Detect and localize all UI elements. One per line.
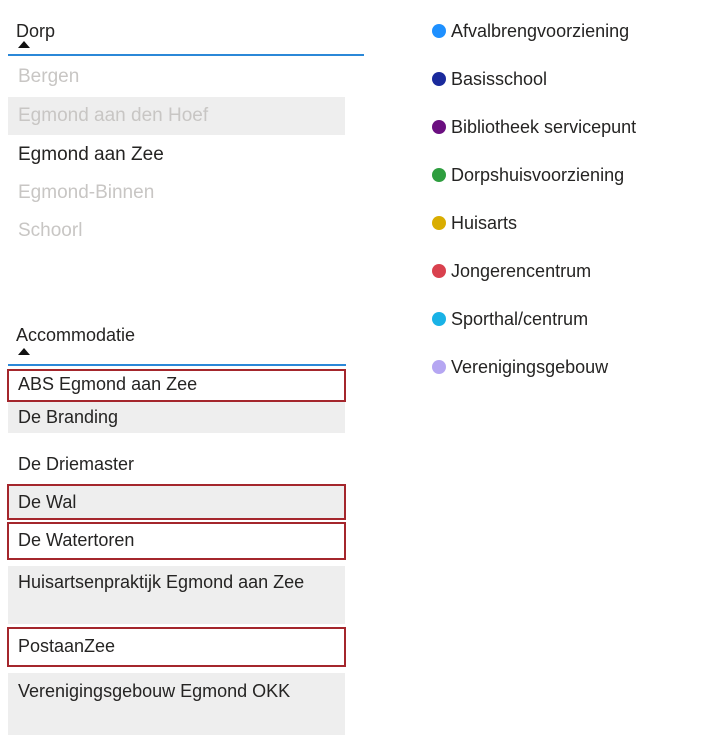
dot-icon bbox=[432, 120, 446, 134]
sort-ascending-icon[interactable] bbox=[18, 348, 30, 355]
legend-label: Verenigingsgebouw bbox=[451, 357, 609, 377]
dorp-item-egmond-aan-zee[interactable]: Egmond aan Zee bbox=[8, 136, 345, 174]
dot-icon bbox=[432, 72, 446, 86]
legend-label: Dorpshuisvoorziening bbox=[451, 165, 625, 185]
legend-label: Basisschool bbox=[451, 69, 548, 89]
accommodatie-item-de-wal[interactable]: De Wal bbox=[7, 484, 346, 520]
accommodatie-slicer-title: Accommodatie bbox=[16, 325, 136, 345]
dorp-slicer-underline bbox=[8, 54, 364, 56]
dorp-item-schoorl[interactable]: Schoorl bbox=[8, 212, 345, 250]
dot-icon bbox=[432, 360, 446, 374]
legend-label: Sporthal/centrum bbox=[451, 309, 589, 329]
sort-ascending-icon[interactable] bbox=[18, 41, 30, 48]
legend-label: Huisarts bbox=[451, 213, 518, 233]
accommodatie-slicer-underline bbox=[8, 364, 346, 366]
dot-icon bbox=[432, 24, 446, 38]
legend-label: Jongerencentrum bbox=[451, 261, 592, 281]
dot-icon bbox=[432, 264, 446, 278]
dorp-slicer-title: Dorp bbox=[16, 21, 56, 41]
dot-icon bbox=[432, 216, 446, 230]
dot-icon bbox=[432, 312, 446, 326]
accommodatie-item-de-branding[interactable]: De Branding bbox=[8, 402, 345, 433]
legend-label: Afvalbrengvoorziening bbox=[451, 21, 630, 41]
accommodatie-item-abs-egmond-aan-zee[interactable]: ABS Egmond aan Zee bbox=[7, 369, 346, 402]
accommodatie-item-postaanzee[interactable]: PostaanZee bbox=[7, 627, 346, 667]
dorp-item-egmond-aan-den-hoef[interactable]: Egmond aan den Hoef bbox=[8, 97, 345, 135]
dorp-item-bergen[interactable]: Bergen bbox=[8, 58, 345, 96]
accommodatie-item-huisartsenpraktijk[interactable]: Huisartsenpraktijk Egmond aan Zee bbox=[8, 566, 345, 624]
dorp-item-egmond-binnen[interactable]: Egmond-Binnen bbox=[8, 174, 345, 212]
accommodatie-item-de-watertoren[interactable]: De Watertoren bbox=[7, 522, 346, 560]
legend-label: Bibliotheek servicepunt bbox=[451, 117, 637, 137]
dot-icon bbox=[432, 168, 446, 182]
accommodatie-item-de-driemaster[interactable]: De Driemaster bbox=[8, 447, 345, 481]
accommodatie-item-verenigingsgebouw-egmond-okk[interactable]: Verenigingsgebouw Egmond OKK bbox=[8, 673, 345, 735]
